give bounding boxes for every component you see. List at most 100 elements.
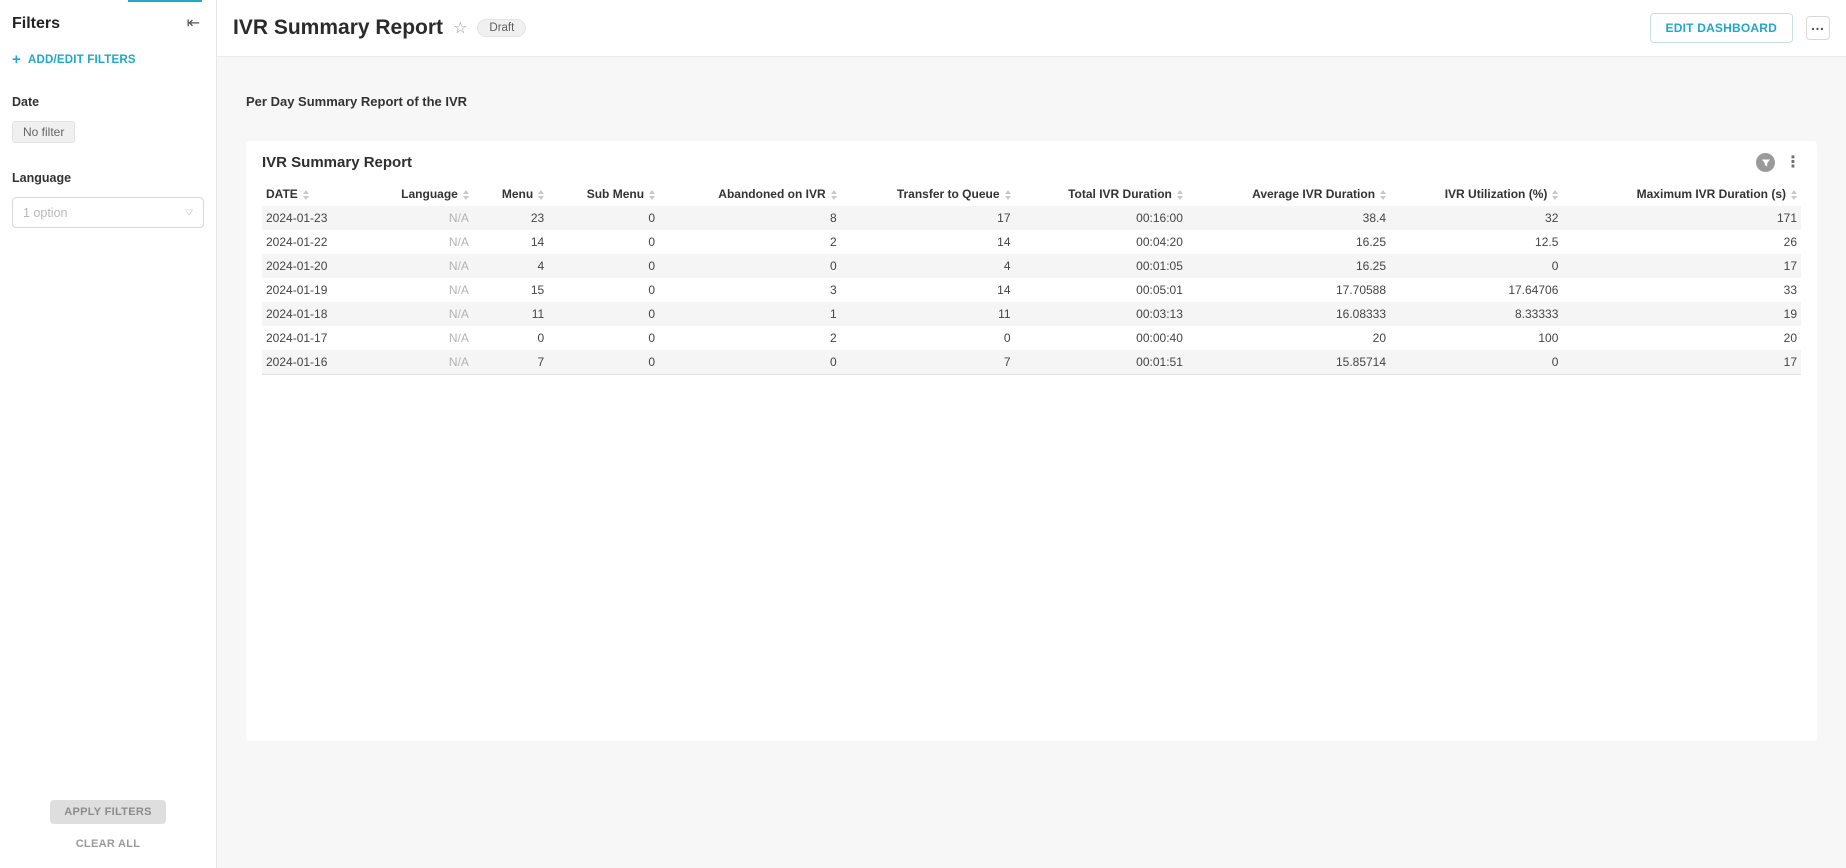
column-header-language[interactable]: Language [396, 182, 473, 206]
column-header-abandoned-on-ivr[interactable]: Abandoned on IVR [659, 182, 841, 206]
table-cell: 16.25 [1187, 230, 1390, 254]
table-cell: 11 [473, 302, 548, 326]
plus-icon: + [12, 52, 21, 67]
table-cell: 23 [473, 206, 548, 230]
table-cell: 00:04:20 [1015, 230, 1187, 254]
date-filter-section: Date No filter [12, 95, 204, 143]
sort-icon [1791, 190, 1797, 200]
table-cell: N/A [396, 302, 473, 326]
more-options-button[interactable]: … [1806, 16, 1830, 40]
column-header-total-ivr-duration[interactable]: Total IVR Duration [1015, 182, 1187, 206]
table-cell: 11 [841, 302, 1015, 326]
column-header-transfer-to-queue[interactable]: Transfer to Queue [841, 182, 1015, 206]
table-cell: 17 [1562, 254, 1801, 278]
table-row: 2024-01-19N/A15031400:05:0117.7058817.64… [262, 278, 1801, 302]
language-filter-label: Language [12, 171, 204, 185]
table-cell: 33 [1562, 278, 1801, 302]
table-cell: 26 [1562, 230, 1801, 254]
table-cell: 0 [548, 278, 659, 302]
filter-sidebar: Filters ⇤ + ADD/EDIT FILTERS Date No fil… [0, 0, 217, 868]
dashboard-header: IVR Summary Report ☆ Draft EDIT DASHBOAR… [217, 0, 1846, 57]
table-cell: 171 [1562, 206, 1801, 230]
table-cell: 2 [659, 326, 841, 350]
date-filter-value-chip: No filter [12, 121, 75, 143]
column-header-menu[interactable]: Menu [473, 182, 548, 206]
table-cell: 0 [473, 326, 548, 350]
table-row: 2024-01-22N/A14021400:04:2016.2512.526 [262, 230, 1801, 254]
table-cell: N/A [396, 326, 473, 350]
applied-filters-icon[interactable] [1756, 153, 1775, 172]
column-header-maximum-ivr-duration-s[interactable]: Maximum IVR Duration (s) [1562, 182, 1801, 206]
edit-dashboard-button[interactable]: EDIT DASHBOARD [1650, 13, 1793, 43]
table-cell: 00:01:51 [1015, 350, 1187, 375]
language-filter-section: Language 1 option ▽ [12, 171, 204, 228]
table-cell: 2024-01-23 [262, 206, 396, 230]
chart-title: IVR Summary Report [262, 154, 412, 171]
table-cell: 38.4 [1187, 206, 1390, 230]
table-cell: N/A [396, 206, 473, 230]
table-cell: 16.25 [1187, 254, 1390, 278]
sort-icon [463, 190, 469, 200]
app-root: Filters ⇤ + ADD/EDIT FILTERS Date No fil… [0, 0, 1846, 868]
favorite-star-icon[interactable]: ☆ [453, 21, 467, 37]
table-cell: 7 [473, 350, 548, 375]
sort-icon [1552, 190, 1558, 200]
table-cell: 14 [841, 278, 1015, 302]
table-cell: 14 [473, 230, 548, 254]
table-cell: 1 [659, 302, 841, 326]
table-cell: 0 [548, 326, 659, 350]
table-cell: 0 [659, 350, 841, 375]
sort-icon [1380, 190, 1386, 200]
sort-icon [1005, 190, 1011, 200]
chart-menu-icon[interactable]: ⋮ [1785, 155, 1801, 171]
column-header-date[interactable]: DATE [262, 182, 396, 206]
table-cell: 00:01:05 [1015, 254, 1187, 278]
funnel-icon [1761, 158, 1771, 168]
table-cell: 14 [841, 230, 1015, 254]
clear-all-button[interactable]: CLEAR ALL [76, 838, 141, 850]
collapse-sidebar-icon[interactable]: ⇤ [183, 14, 204, 34]
table-cell: 0 [1390, 350, 1562, 375]
table-cell: 4 [473, 254, 548, 278]
table-header-row: DATELanguageMenuSub MenuAbandoned on IVR… [262, 182, 1801, 206]
table-cell: 2024-01-19 [262, 278, 396, 302]
table-cell: 0 [548, 206, 659, 230]
add-edit-filters-button[interactable]: + ADD/EDIT FILTERS [12, 52, 204, 67]
filters-title: Filters [12, 15, 60, 33]
filter-footer: APPLY FILTERS CLEAR ALL [12, 784, 204, 850]
table-cell: 17 [841, 206, 1015, 230]
table-cell: 32 [1390, 206, 1562, 230]
table-row: 2024-01-16N/A700700:01:5115.85714017 [262, 350, 1801, 375]
table-cell: 17.70588 [1187, 278, 1390, 302]
table-cell: 00:00:40 [1015, 326, 1187, 350]
table-row: 2024-01-18N/A11011100:03:1316.083338.333… [262, 302, 1801, 326]
date-filter-label: Date [12, 95, 204, 109]
table-cell: 0 [548, 230, 659, 254]
table-cell: N/A [396, 278, 473, 302]
table-cell: 2024-01-16 [262, 350, 396, 375]
table-cell: 00:16:00 [1015, 206, 1187, 230]
table-cell: N/A [396, 230, 473, 254]
table-cell: 7 [841, 350, 1015, 375]
column-header-ivr-utilization[interactable]: IVR Utilization (%) [1390, 182, 1562, 206]
table-cell: 0 [548, 302, 659, 326]
table-cell: 2 [659, 230, 841, 254]
page-title: IVR Summary Report [233, 16, 443, 40]
sort-icon [303, 190, 309, 200]
table-cell: 12.5 [1390, 230, 1562, 254]
table-cell: 17.64706 [1390, 278, 1562, 302]
table-cell: 100 [1390, 326, 1562, 350]
sort-icon [831, 190, 837, 200]
table-cell: 17 [1562, 350, 1801, 375]
table-cell: 0 [1390, 254, 1562, 278]
column-header-sub-menu[interactable]: Sub Menu [548, 182, 659, 206]
main-area: IVR Summary Report ☆ Draft EDIT DASHBOAR… [217, 0, 1846, 868]
table-cell: 19 [1562, 302, 1801, 326]
chevron-down-icon: ▽ [185, 208, 193, 217]
table-cell: 8.33333 [1390, 302, 1562, 326]
table-row: 2024-01-20N/A400400:01:0516.25017 [262, 254, 1801, 278]
column-header-average-ivr-duration[interactable]: Average IVR Duration [1187, 182, 1390, 206]
table-cell: 0 [548, 254, 659, 278]
language-select[interactable]: 1 option ▽ [12, 197, 204, 228]
apply-filters-button[interactable]: APPLY FILTERS [50, 800, 165, 824]
